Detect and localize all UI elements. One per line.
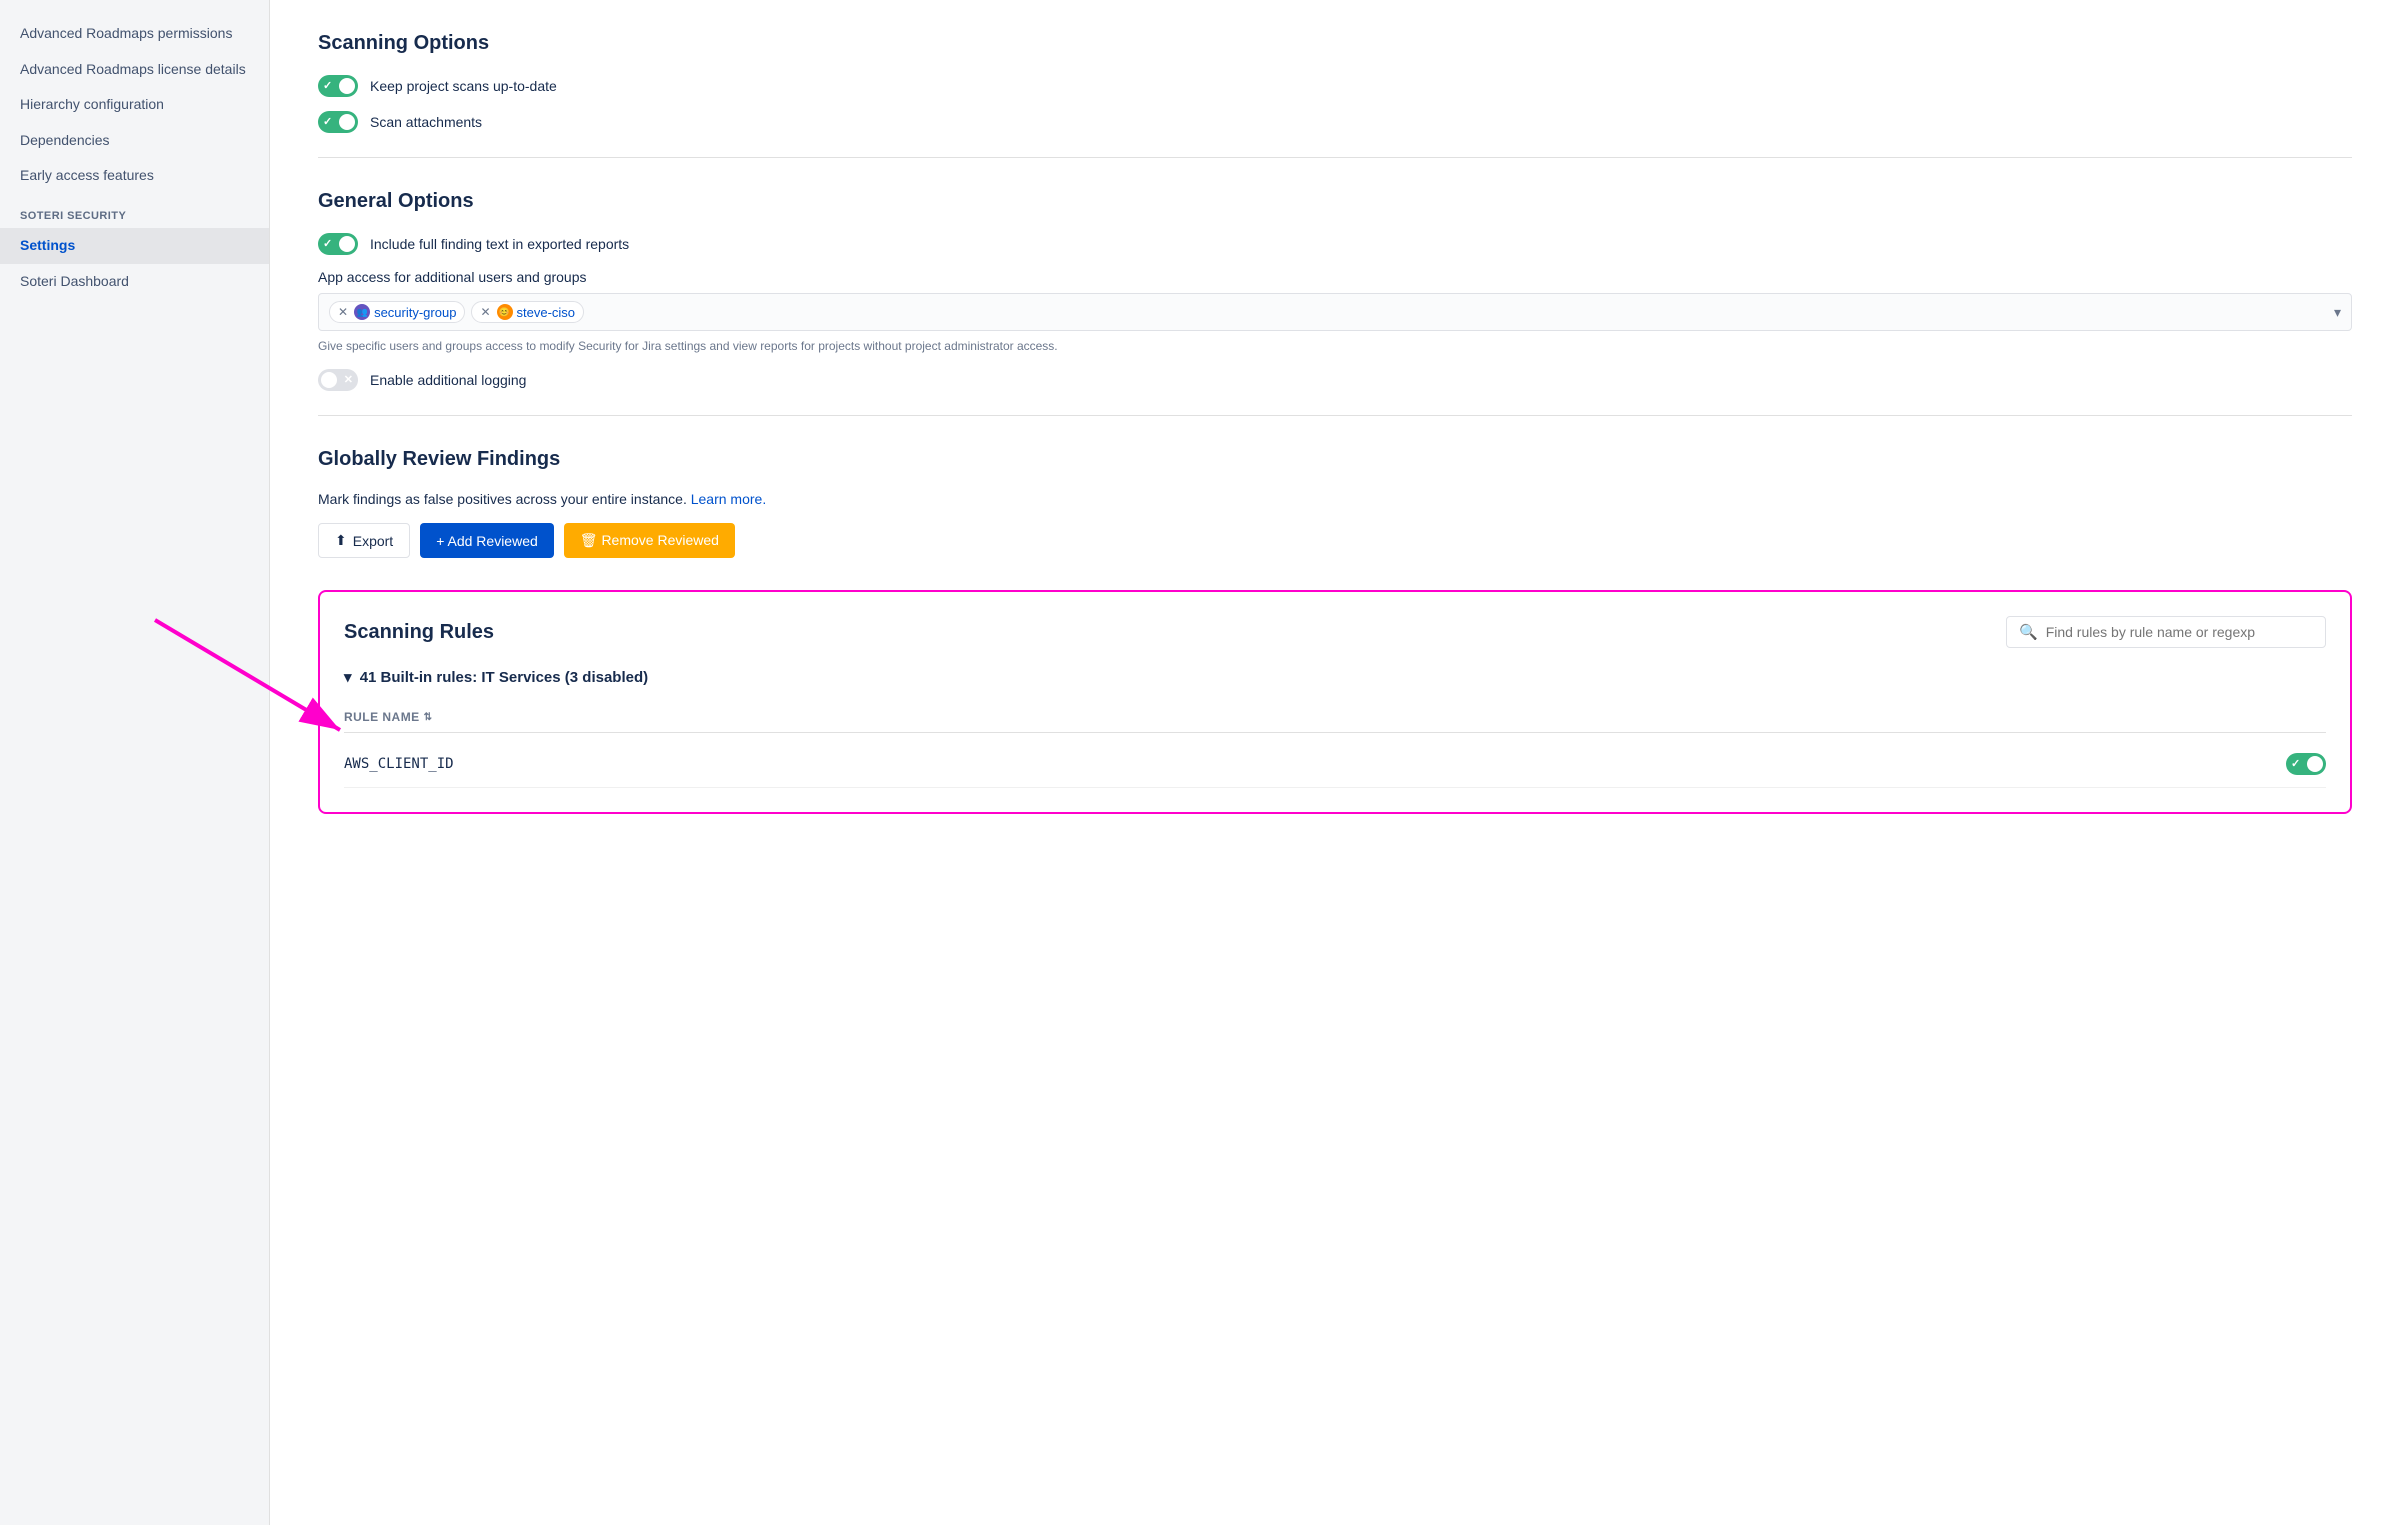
search-icon: 🔍 — [2019, 623, 2038, 641]
sort-icon[interactable]: ⇅ — [424, 712, 433, 723]
scanning-rules-header: Scanning Rules 🔍 — [344, 616, 2326, 648]
divider-2 — [318, 415, 2352, 416]
app-access-label: App access for additional users and grou… — [318, 269, 2352, 285]
tag-label: steve-ciso — [517, 305, 576, 320]
keep-project-scans-row: ✓ Keep project scans up-to-date — [318, 75, 2352, 97]
built-in-rules-label[interactable]: ▾ 41 Built-in rules: IT Services (3 disa… — [344, 668, 2326, 686]
tag-label: security-group — [374, 305, 456, 320]
add-reviewed-button[interactable]: + Add Reviewed — [420, 523, 554, 558]
rules-table-header: Rule Name ⇅ — [344, 702, 2326, 733]
enable-logging-label: Enable additional logging — [370, 372, 526, 388]
main-content: Scanning Options ✓ Keep project scans up… — [270, 0, 2400, 1525]
toggle-knob — [339, 114, 355, 130]
scan-attachments-toggle[interactable]: ✓ — [318, 111, 358, 133]
include-full-finding-row: ✓ Include full finding text in exported … — [318, 233, 2352, 255]
tag-security-group[interactable]: ✕ 👥 security-group — [329, 301, 465, 323]
search-input[interactable] — [2046, 624, 2313, 640]
toggle-knob — [339, 78, 355, 94]
toggle-knob — [321, 372, 337, 388]
toggle-knob — [2307, 756, 2323, 772]
sidebar: Advanced Roadmaps permissions Advanced R… — [0, 0, 270, 1525]
include-full-finding-label: Include full finding text in exported re… — [370, 236, 629, 252]
scanning-options-heading: Scanning Options — [318, 32, 2352, 55]
chevron-down-icon: ▾ — [344, 669, 352, 686]
dropdown-arrow-icon[interactable]: ▾ — [2334, 304, 2341, 321]
keep-project-scans-label: Keep project scans up-to-date — [370, 78, 557, 94]
scanning-rules-title: Scanning Rules — [344, 621, 494, 644]
sidebar-item-settings[interactable]: Settings — [0, 228, 269, 264]
toggle-knob — [339, 236, 355, 252]
remove-reviewed-button[interactable]: 🗑 Remove Reviewed — [564, 523, 735, 558]
app-access-hint: Give specific users and groups access to… — [318, 337, 2352, 355]
group-icon: 👥 — [354, 304, 370, 320]
include-full-finding-toggle[interactable]: ✓ — [318, 233, 358, 255]
app-access-input[interactable]: ✕ 👥 security-group ✕ 😊 steve-ciso ▾ — [318, 293, 2352, 331]
sidebar-section-soteri-security: SOTERI SECURITY — [0, 194, 269, 228]
scan-attachments-label: Scan attachments — [370, 114, 482, 130]
keep-project-scans-toggle[interactable]: ✓ — [318, 75, 358, 97]
review-buttons: ⬆ Export + Add Reviewed 🗑 Remove Reviewe… — [318, 523, 2352, 558]
general-options-heading: General Options — [318, 190, 2352, 213]
tag-x-icon[interactable]: ✕ — [480, 305, 490, 319]
enable-logging-row: ✕ Enable additional logging — [318, 369, 2352, 391]
rule-name: AWS_CLIENT_ID — [344, 756, 454, 772]
scan-attachments-row: ✓ Scan attachments — [318, 111, 2352, 133]
tag-steve-ciso[interactable]: ✕ 😊 steve-ciso — [471, 301, 584, 323]
table-row: AWS_CLIENT_ID ✓ — [344, 741, 2326, 788]
learn-more-link[interactable]: Learn more. — [691, 491, 766, 507]
sidebar-item-advanced-roadmaps-permissions[interactable]: Advanced Roadmaps permissions — [0, 16, 269, 52]
export-button[interactable]: ⬆ Export — [318, 523, 410, 558]
export-icon: ⬆ — [335, 532, 347, 549]
globally-review-description: Mark findings as false positives across … — [318, 491, 2352, 507]
aws-client-id-toggle[interactable]: ✓ — [2286, 753, 2326, 775]
enable-logging-toggle[interactable]: ✕ — [318, 369, 358, 391]
search-box[interactable]: 🔍 — [2006, 616, 2326, 648]
scanning-rules-box: Scanning Rules 🔍 ▾ 41 Built-in rules: IT… — [318, 590, 2352, 814]
sidebar-item-soteri-dashboard[interactable]: Soteri Dashboard — [0, 264, 269, 300]
sidebar-item-advanced-roadmaps-license[interactable]: Advanced Roadmaps license details — [0, 52, 269, 88]
divider-1 — [318, 157, 2352, 158]
sidebar-item-dependencies[interactable]: Dependencies — [0, 123, 269, 159]
globally-review-heading: Globally Review Findings — [318, 448, 2352, 471]
rule-name-column-header: Rule Name — [344, 710, 420, 724]
tag-x-icon[interactable]: ✕ — [338, 305, 348, 319]
sidebar-item-early-access-features[interactable]: Early access features — [0, 158, 269, 194]
rules-table: Rule Name ⇅ AWS_CLIENT_ID ✓ — [344, 702, 2326, 788]
avatar-icon: 😊 — [497, 304, 513, 320]
sidebar-item-hierarchy-configuration[interactable]: Hierarchy configuration — [0, 87, 269, 123]
